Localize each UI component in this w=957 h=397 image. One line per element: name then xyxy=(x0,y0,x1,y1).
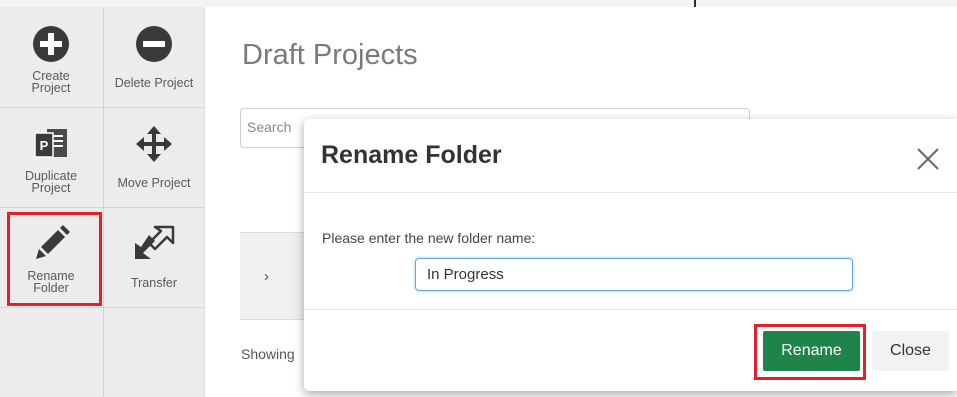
close-icon[interactable] xyxy=(916,147,940,171)
sidebar-edge xyxy=(204,7,205,397)
rename-folder-highlight xyxy=(7,212,102,306)
dialog-divider xyxy=(304,192,957,193)
move-project-label: Move Project xyxy=(117,176,191,190)
sidebar-divider xyxy=(103,7,104,397)
duplicate-project-label: Duplicate Project xyxy=(24,169,78,195)
move-arrows-icon xyxy=(135,124,173,164)
sidebar: Create Project Delete Project P Duplicat… xyxy=(0,7,205,397)
table-row[interactable] xyxy=(240,232,310,320)
close-button[interactable]: Close xyxy=(872,331,949,371)
top-strip xyxy=(0,0,957,7)
duplicate-project-button[interactable]: P Duplicate Project xyxy=(0,107,102,207)
transfer-label: Transfer xyxy=(130,276,178,290)
page-title: Draft Projects xyxy=(242,39,418,71)
rename-folder-dialog: Rename Folder Please enter the new folde… xyxy=(304,119,957,391)
transfer-button[interactable]: Transfer xyxy=(103,207,205,307)
top-mark xyxy=(694,0,696,7)
dialog-prompt: Please enter the new folder name: xyxy=(322,230,536,246)
search-placeholder: Search xyxy=(247,119,292,135)
delete-project-button[interactable]: Delete Project xyxy=(103,7,205,107)
folder-name-input[interactable] xyxy=(415,258,853,291)
svg-text:P: P xyxy=(40,138,49,153)
minus-circle-icon xyxy=(135,24,173,64)
create-project-label: Create Project xyxy=(31,69,71,95)
move-project-button[interactable]: Move Project xyxy=(103,107,205,207)
create-project-button[interactable]: Create Project xyxy=(0,7,102,107)
plus-circle-icon xyxy=(32,24,70,64)
dialog-title: Rename Folder xyxy=(321,141,502,169)
dialog-divider xyxy=(304,309,957,310)
delete-project-label: Delete Project xyxy=(114,76,194,90)
duplicate-project-icon: P xyxy=(33,124,69,164)
rename-button[interactable]: Rename xyxy=(763,331,860,371)
showing-text: Showing xyxy=(241,346,295,362)
transfer-icon xyxy=(133,224,175,264)
chevron-right-icon[interactable]: › xyxy=(264,268,269,285)
